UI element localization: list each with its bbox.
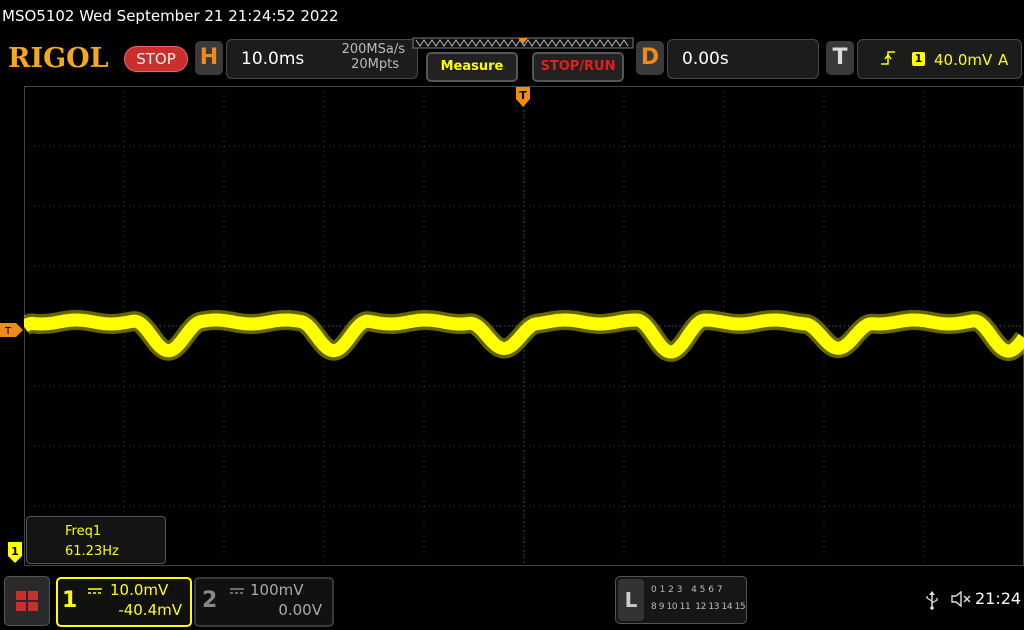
memory-overview-strip — [412, 37, 634, 49]
measurement-label: Freq1 — [65, 524, 102, 539]
delay-panel[interactable]: 0.00s — [667, 39, 819, 79]
channel2-number: 2 — [202, 588, 218, 613]
memory-depth: 20Mpts — [351, 57, 399, 72]
logic-analyzer-panel[interactable]: L 0 1 2 3 4 5 6 7 8 9 10 11 12 13 14 15 — [615, 576, 747, 624]
measurement-panel[interactable]: Freq1 61.23Hz — [26, 516, 166, 564]
logic-letter: L — [618, 579, 644, 621]
timebase-value: 10.0ms — [241, 49, 305, 69]
rising-edge-icon — [881, 51, 895, 65]
trigger-panel[interactable]: 1 40.0mV A — [857, 39, 1022, 79]
main-menu-button[interactable] — [4, 576, 50, 626]
run-status-badge[interactable]: STOP — [124, 46, 188, 72]
trigger-source-badge: 1 — [912, 52, 925, 66]
clock-time: 21:24 — [975, 589, 1022, 608]
channel1-offset: -40.4mV — [118, 601, 182, 619]
channel2-panel[interactable]: 2 100mV 0.00V — [194, 577, 334, 627]
stop-run-button[interactable]: STOP/RUN — [532, 52, 624, 82]
delay-menu-button[interactable]: D — [636, 41, 664, 75]
channel1-panel[interactable]: 1 10.0mV -40.4mV — [56, 577, 192, 627]
trigger-level-marker[interactable]: T — [0, 322, 24, 338]
trigger-mode: A — [998, 51, 1009, 69]
usb-icon — [926, 591, 938, 610]
trigger-position-marker[interactable]: T — [515, 87, 531, 109]
sample-rate: 200MSa/s — [341, 42, 405, 57]
horizontal-menu-button[interactable]: H — [195, 41, 223, 75]
logic-channels-row1: 0 1 2 3 4 5 6 7 — [651, 585, 723, 595]
channel1-scale: 10.0mV — [110, 581, 169, 599]
title-bar: MSO5102 Wed September 21 21:24:52 2022 — [0, 0, 1024, 34]
channel1-ground-marker[interactable]: 1 — [7, 542, 23, 564]
delay-value: 0.00s — [682, 49, 729, 69]
measure-button[interactable]: Measure — [426, 52, 518, 82]
menu-grid-icon — [16, 591, 38, 611]
device-title: MSO5102 Wed September 21 21:24:52 2022 — [2, 7, 339, 25]
speaker-muted-icon[interactable] — [950, 590, 972, 608]
channel2-offset: 0.00V — [278, 601, 322, 619]
trigger-position-label: T — [519, 89, 527, 102]
rigol-logo: RIGOL — [8, 43, 109, 74]
logic-channels-row2: 8 9 10 11 12 13 14 15 — [651, 602, 746, 612]
trigger-level-label: T — [4, 326, 12, 337]
channel1-number: 1 — [62, 588, 78, 613]
trigger-menu-button[interactable]: T — [826, 41, 854, 75]
waveform-display[interactable] — [24, 86, 1024, 566]
trigger-level: 40.0mV — [934, 51, 993, 69]
dc-coupling-icon — [230, 588, 244, 594]
measurement-value: 61.23Hz — [65, 544, 119, 559]
channel2-scale: 100mV — [250, 581, 304, 599]
dc-coupling-icon — [88, 588, 102, 594]
horizontal-panel[interactable]: 10.0ms 200MSa/s 20Mpts — [226, 39, 418, 79]
channel1-ground-label: 1 — [11, 545, 19, 558]
